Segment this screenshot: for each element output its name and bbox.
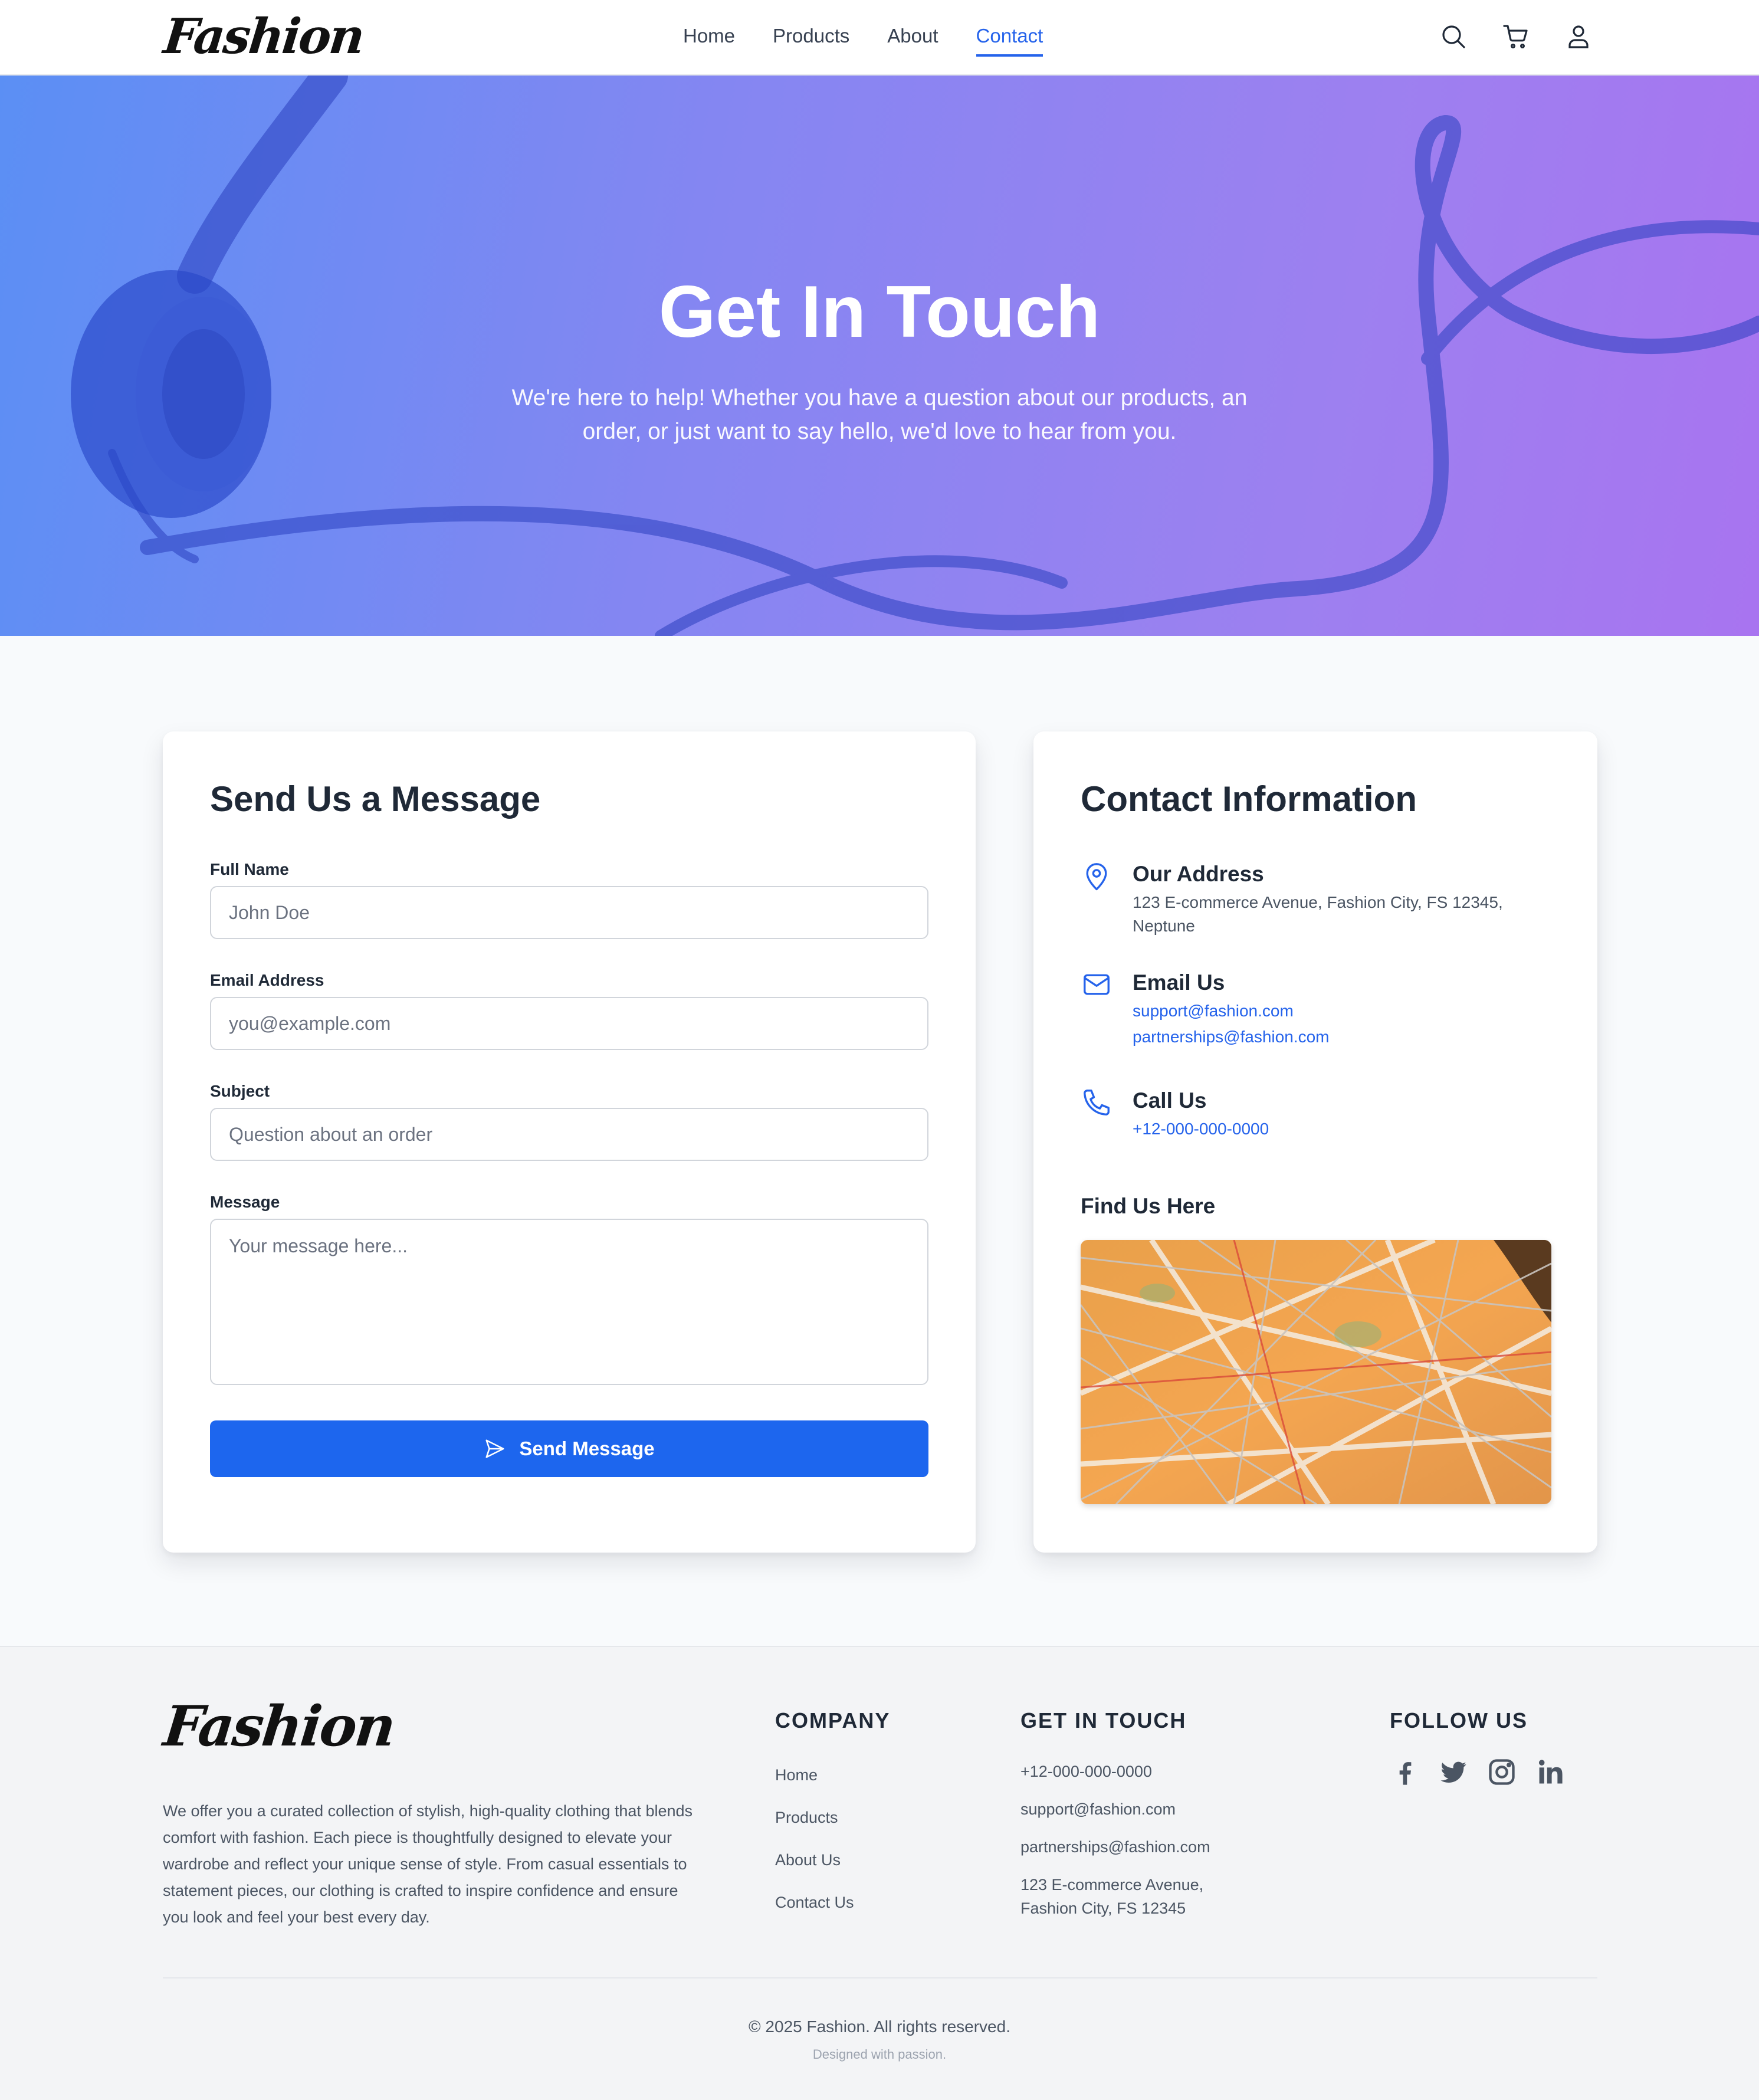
footer-logo[interactable]: Fashion [160, 1694, 397, 1759]
mail-icon [1084, 974, 1110, 995]
nav-link-products[interactable]: Products [773, 22, 849, 57]
contact-info-card: Contact Information Our Address 123 E-co… [1033, 731, 1597, 1553]
email-heading: Email Us [1133, 970, 1225, 995]
message-label: Message [210, 1193, 280, 1211]
subject-input[interactable] [210, 1108, 928, 1161]
cart-icon[interactable] [1502, 22, 1530, 51]
address-heading: Our Address [1133, 862, 1264, 886]
instagram-icon[interactable] [1486, 1757, 1517, 1787]
telephone-background-image [71, 76, 1759, 636]
facebook-icon[interactable] [1390, 1757, 1420, 1787]
footer-email-support: support@fashion.com [1020, 1800, 1176, 1818]
nav-link-contact[interactable]: Contact [976, 22, 1043, 57]
footer-link-products[interactable]: Products [775, 1809, 838, 1827]
subject-label: Subject [210, 1082, 270, 1100]
hero-banner: Get In Touch We're here to help! Whether… [0, 76, 1759, 636]
footer-link-contact[interactable]: Contact Us [775, 1894, 854, 1912]
phone-icon [1084, 1090, 1110, 1115]
footer-link-home[interactable]: Home [775, 1766, 818, 1784]
send-button-label: Send Message [519, 1438, 655, 1459]
location-pin-icon [1086, 863, 1107, 891]
main-nav: Home Products About Contact [683, 22, 1043, 57]
footer-phone: +12-000-000-0000 [1020, 1763, 1152, 1780]
send-icon [485, 1439, 504, 1458]
nav-link-home[interactable]: Home [683, 22, 735, 57]
footer-link-about[interactable]: About Us [775, 1851, 841, 1869]
linkedin-icon[interactable] [1535, 1757, 1566, 1787]
phone-heading: Call Us [1133, 1088, 1207, 1113]
get-in-touch-title: GET IN TOUCH [1020, 1708, 1187, 1732]
nav-link-about[interactable]: About [887, 22, 938, 57]
company-title: COMPANY [775, 1708, 891, 1732]
copyright-text: © 2025 Fashion. All rights reserved. [749, 2017, 1010, 2036]
nav-icon-group [1439, 22, 1593, 51]
send-message-button[interactable]: Send Message [210, 1420, 928, 1477]
form-title: Send Us a Message [210, 779, 541, 819]
follow-us-title: FOLLOW US [1390, 1708, 1528, 1732]
footer-description: We offer you a curated collection of sty… [163, 1802, 693, 1926]
full-name-label: Full Name [210, 860, 289, 878]
map-title: Find Us Here [1081, 1194, 1216, 1218]
user-icon[interactable] [1564, 22, 1593, 51]
footer-address-line2: Fashion City, FS 12345 [1020, 1899, 1186, 1917]
footer-tagline: Designed with passion. [812, 2047, 947, 2062]
brand-logo[interactable]: Fashion [161, 8, 366, 65]
message-textarea[interactable] [210, 1219, 928, 1385]
phone-link[interactable]: +12-000-000-0000 [1133, 1115, 1557, 1143]
site-footer: Fashion We offer you a curated collectio… [0, 1646, 1759, 2100]
footer-address-line1: 123 E-commerce Avenue, [1020, 1876, 1204, 1894]
social-links [1390, 1757, 1566, 1787]
message-form-card: Send Us a Message Full Name Email Addres… [163, 731, 976, 1553]
top-navbar: Fashion Home Products About Contact [0, 0, 1759, 76]
email-label: Email Address [210, 971, 324, 989]
twitter-icon[interactable] [1438, 1757, 1469, 1787]
map-image[interactable] [1081, 1240, 1551, 1504]
search-icon[interactable] [1439, 22, 1468, 51]
hero-subtitle: We're here to help! Whether you have a q… [511, 385, 1248, 444]
hero-title: Get In Touch [658, 271, 1101, 353]
contact-info-title: Contact Information [1081, 779, 1417, 819]
footer-email-partners: partnerships@fashion.com [1020, 1838, 1210, 1856]
footer-divider [163, 1977, 1597, 1978]
full-name-input[interactable] [210, 886, 928, 939]
partnerships-email-link[interactable]: partnerships@fashion.com [1133, 1023, 1557, 1051]
support-email-link[interactable]: support@fashion.com [1133, 997, 1557, 1025]
email-input[interactable] [210, 997, 928, 1050]
address-text: 123 E-commerce Avenue, Fashion City, FS … [1133, 893, 1503, 935]
street-map-illustration [1081, 1240, 1551, 1504]
